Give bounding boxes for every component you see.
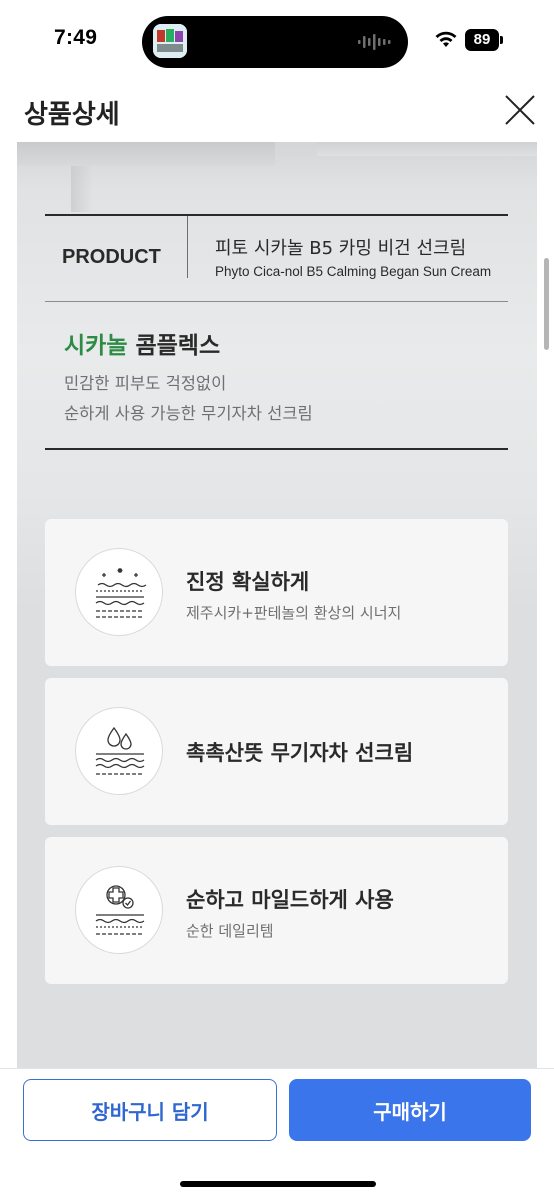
hero-shadow-decoration: [71, 166, 93, 212]
home-indicator[interactable]: [180, 1181, 376, 1187]
status-time: 7:49: [54, 26, 98, 49]
page-header: 상품상세: [0, 80, 554, 142]
divider: [45, 448, 508, 450]
feature-subtitle: 순한 데일리템: [186, 922, 274, 940]
dynamic-island[interactable]: [142, 16, 408, 68]
product-name-english: Phyto Cica-nol B5 Calming Began Sun Crea…: [215, 264, 492, 279]
intro-description-line: 순하게 사용 가능한 무기자차 선크림: [64, 404, 313, 423]
water-drops-skin-icon: [75, 707, 163, 795]
product-detail-content[interactable]: PRODUCT 피토 시카놀 B5 카밍 비건 선크림 Phyto Cica-n…: [17, 142, 537, 1068]
feature-card: 촉촉산뜻 무기자차 선크림: [45, 678, 508, 825]
divider: [45, 301, 508, 302]
buy-button[interactable]: 구매하기: [289, 1079, 531, 1141]
hero-shelf-decoration: [17, 142, 275, 166]
divider: [187, 216, 188, 278]
status-bar: 7:49 89: [0, 0, 554, 80]
close-button[interactable]: [500, 90, 540, 130]
feature-title: 진정 확실하게: [186, 570, 310, 594]
sparkle-skin-icon: [75, 548, 163, 636]
feature-title: 순하고 마일드하게 사용: [186, 888, 394, 912]
hero-shelf-decoration: [317, 142, 537, 156]
headline-rest: 콤플렉스: [127, 333, 221, 359]
feature-card: 진정 확실하게 제주시카+판테놀의 환상의 시너지: [45, 519, 508, 666]
wifi-icon: [435, 31, 457, 47]
bottom-action-bar: 장바구니 담기 구매하기: [0, 1068, 554, 1200]
feature-card: 순하고 마일드하게 사용 순한 데일리템: [45, 837, 508, 984]
intro-headline: 시카놀 콤플렉스: [64, 326, 220, 360]
product-label: PRODUCT: [62, 246, 161, 268]
battery-level: 89: [473, 31, 491, 48]
headline-highlight: 시카놀: [64, 333, 128, 359]
app-thumbnail-icon: [153, 24, 187, 58]
feature-title: 촉촉산뜻 무기자차 선크림: [186, 741, 414, 765]
close-icon: [505, 95, 535, 125]
add-to-cart-button[interactable]: 장바구니 담기: [23, 1079, 277, 1141]
feature-subtitle: 제주시카+판테놀의 환상의 시너지: [186, 604, 402, 622]
product-name-korean: 피토 시카놀 B5 카밍 비건 선크림: [215, 238, 467, 259]
intro-description-line: 민감한 피부도 걱정없이: [64, 374, 227, 393]
audio-wave-icon: [358, 34, 391, 50]
battery-icon: 89: [465, 29, 503, 51]
divider: [45, 214, 508, 216]
page-title: 상품상세: [24, 100, 120, 130]
scrollbar[interactable]: [544, 258, 549, 350]
medical-cross-check-skin-icon: [75, 866, 163, 954]
